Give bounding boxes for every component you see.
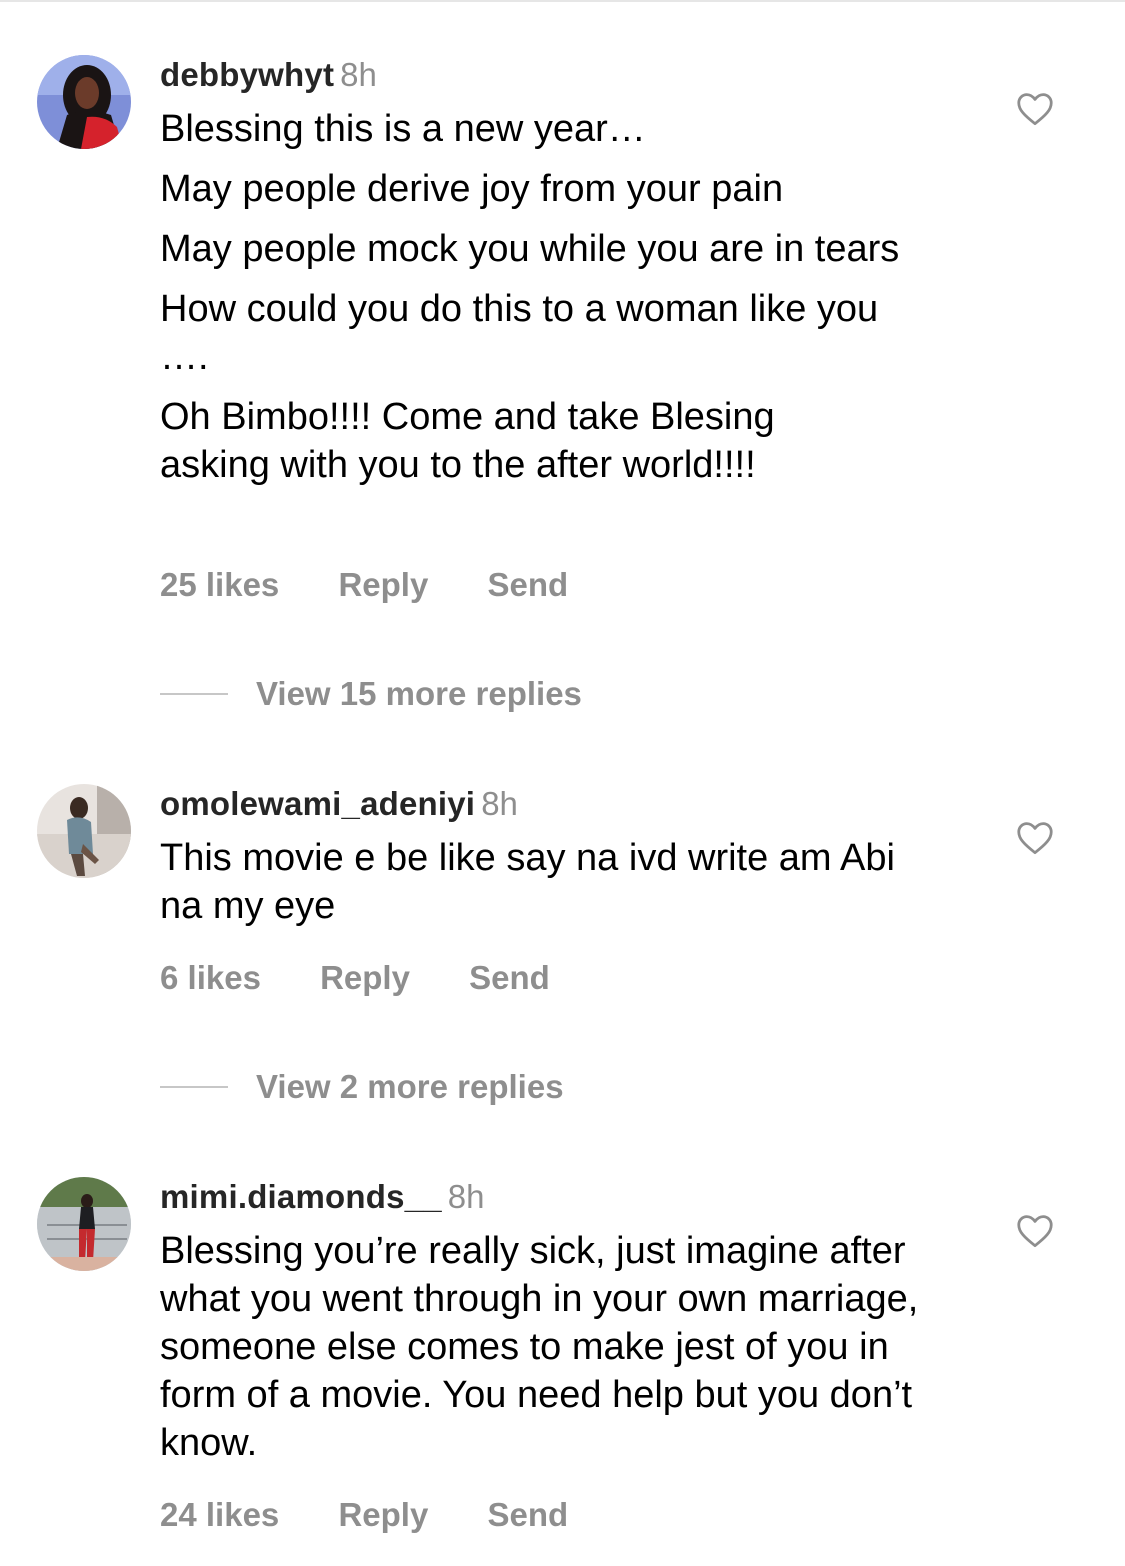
comment-paragraph: Blessing this is a new year… [160,108,646,150]
send-button[interactable]: Send [488,1495,569,1535]
comment-paragraph: Oh Bimbo!!!! Come and take Blesing askin… [160,396,775,486]
view-more-replies-label[interactable]: View 2 more replies [256,1068,564,1105]
timestamp: 8h [481,785,518,822]
avatar[interactable] [37,784,131,878]
comment-paragraph: This movie e be like say na ivd write am… [160,837,895,927]
comment-content: debbywhyt 8h Blessing this is a new year…… [160,55,960,501]
profile-photo-icon [37,1177,131,1271]
comment-header: debbywhyt 8h [160,55,960,95]
comment-paragraph: May people derive joy from your pain [160,168,784,210]
comment-actions: 25 likes Reply Send [160,565,568,605]
likes-count[interactable]: 24 likes [160,1495,279,1535]
heart-outline-icon[interactable] [1016,821,1054,855]
profile-photo-icon [37,55,131,149]
view-more-replies[interactable]: View 2 more replies [160,1067,564,1107]
timestamp: 8h [340,56,377,93]
comment-paragraph: How could you do this to a woman like yo… [160,288,879,378]
reply-button[interactable]: Reply [338,1495,428,1535]
comment-text: This movie e be like say na ivd write am… [160,834,960,930]
comment-paragraph: Blessing you’re really sick, just imagin… [160,1230,919,1464]
comment-actions: 24 likes Reply Send [160,1495,568,1535]
replies-divider [160,693,228,695]
username[interactable]: omolewami_adeniyi [160,785,475,822]
comment-header: mimi.diamonds__ 8h [160,1177,960,1217]
heart-outline-icon[interactable] [1016,1214,1054,1248]
profile-photo-icon [37,784,131,878]
comment-text: Blessing this is a new year… May people … [160,105,960,489]
comment-paragraph: May people mock you while you are in tea… [160,228,900,270]
view-more-replies-label[interactable]: View 15 more replies [256,675,582,712]
comment-actions: 6 likes Reply Send [160,958,550,998]
likes-count[interactable]: 25 likes [160,565,279,605]
reply-button[interactable]: Reply [320,958,410,998]
username[interactable]: mimi.diamonds__ [160,1178,442,1215]
likes-count[interactable]: 6 likes [160,958,261,998]
view-more-replies[interactable]: View 15 more replies [160,674,582,714]
send-button[interactable]: Send [488,565,569,605]
comment-text: Blessing you’re really sick, just imagin… [160,1227,960,1467]
heart-outline-icon[interactable] [1016,92,1054,126]
top-divider [0,0,1125,2]
comment-content: mimi.diamonds__ 8h Blessing you’re really… [160,1177,960,1479]
username[interactable]: debbywhyt [160,56,334,93]
comment-header: omolewami_adeniyi 8h [160,784,960,824]
timestamp: 8h [447,1178,485,1215]
avatar[interactable] [37,1177,131,1271]
send-button[interactable]: Send [469,958,550,998]
avatar[interactable] [37,55,131,149]
comment-content: omolewami_adeniyi 8h This movie e be like… [160,784,960,942]
reply-button[interactable]: Reply [338,565,428,605]
replies-divider [160,1086,228,1088]
